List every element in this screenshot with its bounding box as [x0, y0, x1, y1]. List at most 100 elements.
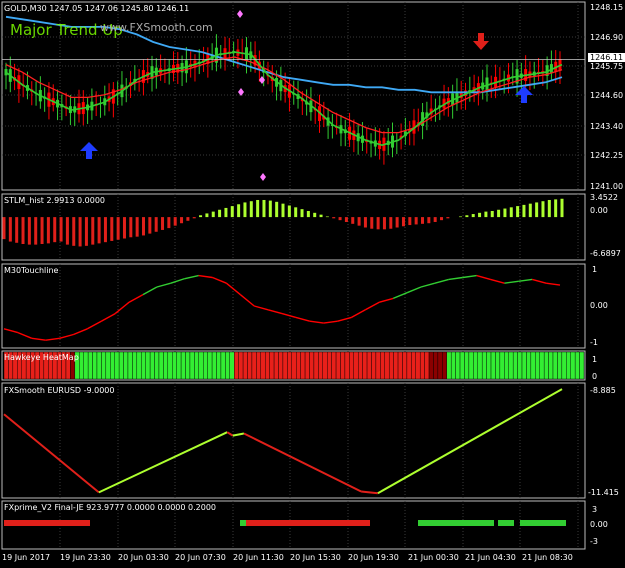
stlm-bar — [148, 217, 152, 234]
heatmap-cell — [366, 351, 372, 380]
heatmap-cell — [437, 351, 443, 380]
time-label: 21 Jun 04:30 — [465, 553, 516, 562]
stlm-bar — [357, 217, 361, 226]
stlm-bar — [554, 199, 558, 218]
heatmap-cell — [238, 351, 244, 380]
heatmap-cell — [344, 351, 350, 380]
heatmap-cell — [278, 351, 284, 380]
heatmap-cell — [194, 351, 200, 380]
heatmap-cell — [291, 351, 297, 380]
stlm-label: STLM_hist 2.9913 0.0000 — [4, 196, 105, 205]
heatmap-cell — [517, 351, 523, 380]
time-label: 21 Jun 00:30 — [408, 553, 459, 562]
heatmap-cell — [247, 351, 253, 380]
stlm-bar — [129, 217, 133, 238]
fxsmooth-tick: -11.415 — [588, 488, 619, 497]
stlm-bar — [199, 215, 203, 218]
heatmap-cell — [216, 351, 222, 380]
stlm-bar — [224, 207, 228, 218]
stlm-bar — [497, 209, 501, 218]
heatmap-cell — [145, 351, 151, 380]
heatmap-cell — [176, 351, 182, 380]
stlm-bar — [306, 210, 310, 218]
heatmap-cell — [101, 351, 107, 380]
stlm-bar — [230, 206, 234, 218]
heatmap-cell — [570, 351, 576, 380]
stlm-bar — [351, 217, 355, 224]
fxprime-tick: 0.00 — [590, 520, 608, 529]
stlm-bar — [40, 217, 44, 245]
heatmap-cell — [579, 351, 585, 380]
heatmap-cell — [574, 351, 580, 380]
stlm-bar — [27, 217, 31, 245]
stlm-bar — [395, 217, 399, 228]
stlm-bar — [560, 198, 564, 218]
heatmap-cell — [380, 351, 385, 380]
heatmap-cell — [473, 351, 478, 380]
heatmap-cell — [256, 351, 261, 380]
heatmap-cell — [539, 351, 545, 380]
heatmap-cell — [83, 351, 89, 380]
heatmap-cell — [309, 351, 315, 380]
heatmap-cell — [464, 351, 470, 380]
stlm-bar — [8, 217, 12, 242]
stlm-bar — [370, 217, 374, 229]
stlm-bar — [287, 205, 291, 218]
y-tick: 1243.40 — [590, 122, 624, 131]
stlm-bar — [268, 200, 272, 218]
heatmap-cell — [335, 351, 341, 380]
stlm-bar — [237, 204, 241, 218]
heatmap-cell — [388, 351, 394, 380]
heatmap-cell — [229, 351, 235, 380]
heatmap-cell — [242, 351, 248, 380]
heatmap-cell — [172, 351, 177, 380]
stlm-bar — [256, 199, 260, 218]
heatmap-cell — [127, 351, 133, 380]
stlm-bar — [541, 201, 545, 218]
stlm-bar — [535, 202, 539, 218]
heatmap-cell — [481, 351, 487, 380]
heatmap-cell — [331, 351, 337, 380]
stlm-bar — [243, 202, 247, 218]
stlm-bar — [249, 201, 253, 218]
heatmap-cell — [110, 351, 115, 380]
heatmap-cell — [149, 351, 155, 380]
stlm-bar — [205, 213, 209, 218]
fxsmooth-tick: -8.885 — [590, 386, 616, 395]
heatmap-cell — [543, 351, 549, 380]
heatmap-cell — [419, 351, 425, 380]
heatmap-cell — [450, 351, 456, 380]
stlm-bar — [78, 217, 82, 247]
heatmap-cell — [530, 351, 536, 380]
stlm-bar — [338, 217, 342, 221]
stlm-bar — [173, 217, 177, 226]
touchline-tick: -1 — [590, 338, 598, 347]
heatmap-cell — [123, 351, 129, 380]
time-label: 19 Jun 23:30 — [60, 553, 111, 562]
stlm-bar — [59, 217, 63, 242]
touchline-tick: 1 — [592, 265, 598, 274]
heatmap-cell — [442, 351, 447, 380]
stlm-bar — [300, 209, 304, 218]
heatmap-cell — [158, 351, 164, 380]
y-tick: 1241.00 — [590, 182, 624, 191]
heatmap-cell — [296, 351, 301, 380]
time-label: 20 Jun 11:30 — [233, 553, 284, 562]
heatmap-cell — [132, 351, 138, 380]
heatmap-cell — [260, 351, 266, 380]
stlm-bar — [490, 210, 494, 218]
panel-frame — [1, 382, 586, 499]
heatmap-cell — [459, 351, 465, 380]
panel-frame — [1, 263, 586, 349]
heatmap-cell — [185, 351, 191, 380]
heatmap-cell — [287, 351, 292, 380]
heatmap-cell — [566, 351, 571, 380]
heatmap-cell — [362, 351, 368, 380]
stlm-bar — [142, 217, 145, 236]
heatmap-cell — [349, 351, 354, 380]
heatmap-cell — [92, 351, 98, 380]
y-tick: 1245.75 — [590, 62, 624, 71]
stlm-bar — [294, 207, 298, 218]
heatmap-cell — [508, 351, 514, 380]
heatmap-cell — [561, 351, 567, 380]
